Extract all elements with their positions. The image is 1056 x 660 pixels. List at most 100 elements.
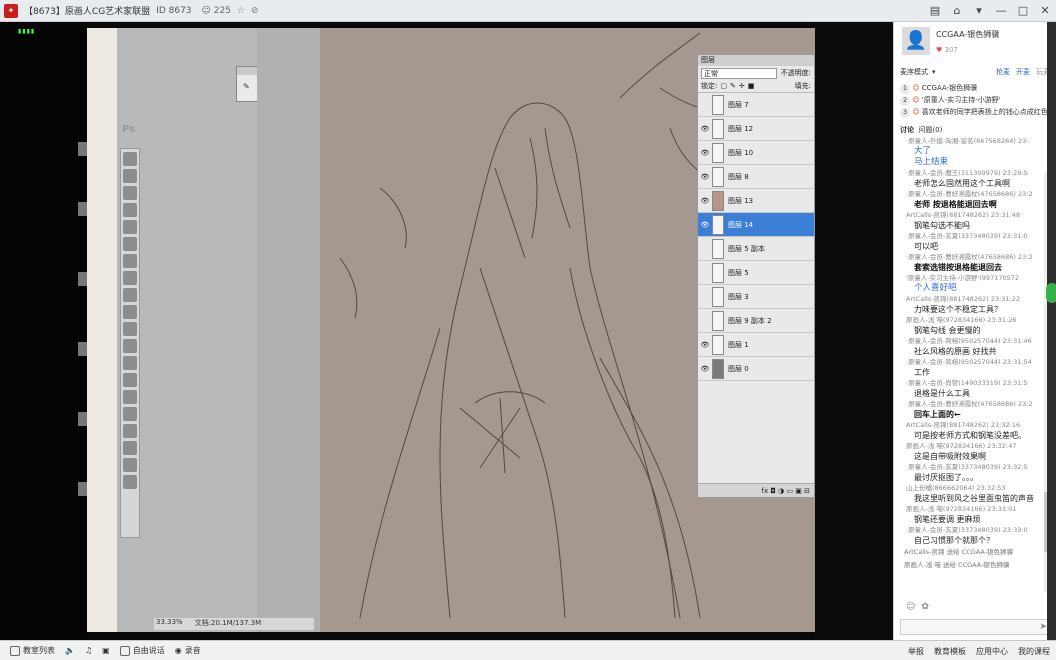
zoom-tool-icon[interactable]: [123, 475, 137, 489]
gradient-tool-icon[interactable]: [123, 339, 137, 353]
visibility-eye-icon[interactable]: 👁: [698, 173, 712, 181]
layer-row[interactable]: 👁 图层 0: [698, 357, 814, 381]
star-icon[interactable]: ☆: [237, 6, 245, 16]
chat-meta: ·原童人-会员-曹好溯霞杖(47658686) 23:2: [906, 400, 1033, 408]
brush-lock-icon[interactable]: ✎: [730, 82, 736, 90]
chat-input[interactable]: ➤: [900, 619, 1050, 635]
hand-tool-icon[interactable]: [123, 458, 137, 472]
tab-grab-mic[interactable]: 抢麦: [996, 67, 1010, 77]
opacity-label: 不透明度:: [780, 69, 811, 77]
visibility-eye-icon[interactable]: 👁: [698, 197, 712, 205]
dodge-tool-icon[interactable]: [123, 373, 137, 387]
mic-list-item[interactable]: 3 ☺ 喜欢老师的同学把表扬上的钱心点成红色: [900, 106, 1055, 118]
chat-text: 个人喜好吧: [914, 283, 957, 293]
history-brush-tool-icon[interactable]: [123, 305, 137, 319]
floating-widget[interactable]: [1046, 283, 1056, 303]
report-button[interactable]: 举报: [908, 646, 924, 657]
layer-row[interactable]: 图层 9 副本 2: [698, 309, 814, 333]
close-icon[interactable]: ✕: [1034, 0, 1056, 22]
path-select-tool-icon[interactable]: [123, 424, 137, 438]
blur-tool-icon[interactable]: [123, 356, 137, 370]
visibility-eye-icon[interactable]: 👁: [698, 365, 712, 373]
layer-thumbnail: [712, 166, 724, 187]
record-button[interactable]: ◉ 录音: [175, 645, 201, 656]
visibility-eye-icon[interactable]: 👁: [698, 149, 712, 157]
layer-name: 图层 3: [728, 292, 749, 301]
host-name[interactable]: CCGAA-银色狮骥: [936, 29, 999, 40]
chat-message: ·原童人-会员-魔王(311309979) 23:29:5 老师怎么固然用这个工具…: [896, 168, 1043, 189]
app-logo-icon: ✦: [4, 3, 18, 18]
lock-icon[interactable]: ▢: [720, 82, 727, 90]
stamp-tool-icon[interactable]: [123, 288, 137, 302]
move-lock-icon[interactable]: ✛: [739, 82, 745, 90]
layer-row[interactable]: 图层 7: [698, 93, 814, 117]
magic-wand-tool-icon[interactable]: [123, 203, 137, 217]
brush-tool-icon[interactable]: [123, 271, 137, 285]
pen-tool-icon[interactable]: [123, 390, 137, 404]
layers-footer-icons[interactable]: fx ◘ ◑ ▭ ▣ ⊟: [698, 483, 814, 497]
minimize-icon[interactable]: —: [990, 0, 1012, 22]
tab-questions[interactable]: 问题: [918, 126, 932, 134]
share-icon[interactable]: ⊘: [251, 6, 259, 16]
lock-all-icon[interactable]: ■: [748, 82, 755, 90]
chat-message: ·原童人-会员-曹好溯霞杖(47658686) 23:2 回车上面的←: [896, 399, 1043, 420]
speaker-button[interactable]: 🔈: [65, 646, 75, 655]
chat-meta: ·原童人-会员-简榕(950257044) 23:31:46: [906, 337, 1032, 345]
avatar[interactable]: 👤: [902, 27, 930, 55]
layer-row[interactable]: 图层 5 副本: [698, 237, 814, 261]
move-tool-icon[interactable]: [123, 152, 137, 166]
eyedropper-tool-icon[interactable]: [123, 237, 137, 251]
zoom-level[interactable]: 33.33%: [156, 618, 183, 630]
healing-tool-icon[interactable]: [123, 254, 137, 268]
screenshot-button[interactable]: ▣: [102, 646, 110, 655]
text-tool-icon[interactable]: [123, 407, 137, 421]
edu-template-button[interactable]: 教育模板: [934, 646, 966, 657]
tab-open-mic[interactable]: 开麦: [1016, 67, 1030, 77]
maximize-icon[interactable]: □: [1012, 0, 1034, 22]
app-center-button[interactable]: 应用中心: [976, 646, 1008, 657]
layer-row[interactable]: 👁 图层 12: [698, 117, 814, 141]
send-icon[interactable]: ➤: [1039, 622, 1047, 632]
layer-thumbnail: [712, 190, 724, 211]
skin-icon[interactable]: ▤: [924, 0, 946, 22]
blend-mode-select[interactable]: 正常: [701, 67, 777, 79]
layer-row[interactable]: 图层 3: [698, 285, 814, 309]
layer-row[interactable]: 👁 图层 14: [698, 213, 814, 237]
viewer-count: ☺ 225: [201, 5, 231, 16]
tab-discussion[interactable]: 讨论: [900, 126, 914, 134]
marquee-tool-icon[interactable]: [123, 169, 137, 183]
free-speech-button[interactable]: 自由说话: [119, 645, 165, 656]
chat-text: 马上结束: [914, 157, 949, 167]
visibility-eye-icon[interactable]: 👁: [698, 125, 712, 133]
flower-icon[interactable]: ✿: [921, 602, 929, 612]
layer-row[interactable]: 👁 图层 13: [698, 189, 814, 213]
emoji-icon[interactable]: ☺: [906, 602, 915, 612]
mic-name: 喜欢老师的同学把表扬上的钱心点成红色: [921, 108, 1048, 116]
visibility-eye-icon[interactable]: 👁: [698, 341, 712, 349]
classroom-list-button[interactable]: 教室列表: [10, 645, 55, 656]
mic-list-item[interactable]: 1 ☺ CCGAA-银色狮骥: [900, 82, 1055, 94]
chat-log[interactable]: ·原童人-外援-淘湘-留名(867568264) 23: 大了 马上结束 ·原童人-会…: [896, 136, 1043, 596]
lasso-tool-icon[interactable]: [123, 186, 137, 200]
chat-message: ArtCalls-凯锦(881748262) 23:31:22 力味要这个不稳定工…: [896, 294, 1043, 315]
video-area[interactable]: ▮▮▮▮ Ps ✎ 图层 正常 不透明度: 锁定: ▢ ✎ ✛ ■ 填充: 图层…: [0, 22, 893, 640]
mic-mode-dropdown-icon[interactable]: ▾: [932, 68, 936, 76]
chat-text: 钢笔勾线 会更慢的: [914, 326, 981, 335]
side-panel: 👤 CCGAA-银色狮骥 ♥ 307 麦序模式 ▾ 抢麦 开麦 玩麦 1 ☺ C…: [893, 22, 1056, 640]
layer-row[interactable]: 👁 图层 8: [698, 165, 814, 189]
layers-tab[interactable]: 图层: [698, 55, 814, 66]
crop-tool-icon[interactable]: [123, 220, 137, 234]
layer-row[interactable]: 图层 5: [698, 261, 814, 285]
eraser-tool-icon[interactable]: [123, 322, 137, 336]
menu-icon[interactable]: ▾: [968, 0, 990, 22]
mic-mode-select[interactable]: 麦序模式: [900, 67, 928, 77]
my-courses-button[interactable]: 我的课程: [1018, 646, 1050, 657]
shape-tool-icon[interactable]: [123, 441, 137, 455]
home-icon[interactable]: ⌂: [946, 0, 968, 22]
layer-row[interactable]: 👁 图层 10: [698, 141, 814, 165]
mic-list-item[interactable]: 2 ☺ '原童人-实习主持-小游野': [900, 94, 1055, 106]
mic-button[interactable]: ♫: [85, 646, 92, 655]
chat-message: ·原童人-会员-曹好溯霞杖(47658686) 23:2 套索选错按退格能退回去: [896, 252, 1043, 273]
layer-row[interactable]: 👁 图层 1: [698, 333, 814, 357]
visibility-eye-icon[interactable]: 👁: [698, 221, 712, 229]
